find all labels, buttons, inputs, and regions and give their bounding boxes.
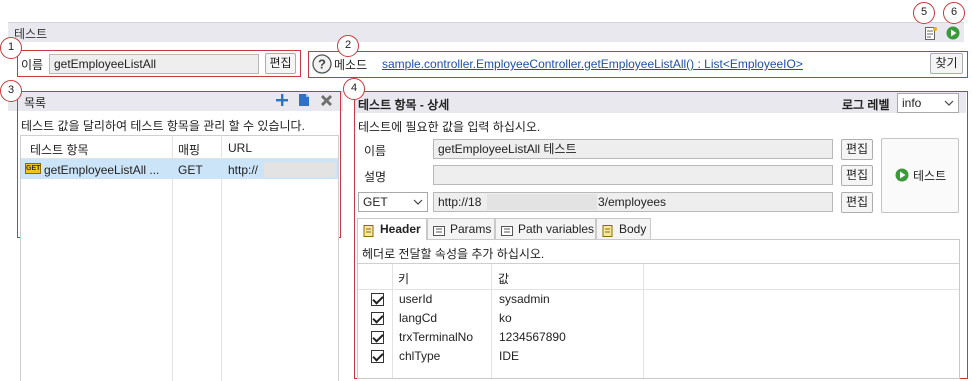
method-link[interactable]: sample.controller.EmployeeController.get… bbox=[382, 57, 803, 71]
detail-desc-edit-button[interactable]: 편집 bbox=[841, 165, 873, 186]
name-field[interactable]: getEmployeeListAll bbox=[49, 54, 259, 74]
new-document-icon[interactable] bbox=[925, 26, 937, 40]
tab-body[interactable]: Body bbox=[596, 218, 651, 239]
header-row-value: IDE bbox=[499, 349, 520, 363]
log-level-label: 로그 레벨 bbox=[842, 98, 890, 112]
tab-path-variables[interactable]: Path variables bbox=[495, 218, 596, 239]
list-col-mapping[interactable]: 매핑 bbox=[178, 141, 200, 158]
question-circle-icon[interactable]: ? bbox=[312, 54, 332, 74]
tab-params-label: Params bbox=[450, 222, 492, 236]
header-col-divider-1 bbox=[392, 264, 393, 378]
list-col-url[interactable]: URL bbox=[228, 141, 252, 155]
redacted-url bbox=[264, 162, 336, 177]
url-prefix: http://18 bbox=[438, 195, 482, 209]
method-label: 메소드 bbox=[334, 58, 368, 72]
tab-path-variables-label: Path variables bbox=[518, 222, 595, 236]
callout-2: 2 bbox=[337, 35, 359, 57]
header-hint-divider bbox=[358, 263, 959, 264]
callout-6: 6 bbox=[943, 2, 965, 24]
name-label: 이름 bbox=[21, 58, 44, 72]
find-button[interactable]: 찾기 bbox=[930, 53, 963, 74]
get-badge-icon: GET bbox=[25, 163, 41, 174]
list-panel-description: 테스트 값을 달리하여 테스트 항목을 관리 할 수 있습니다. bbox=[21, 119, 305, 133]
run-test-icon bbox=[895, 168, 909, 187]
header-row-checkbox[interactable] bbox=[371, 293, 384, 306]
url-edit-button[interactable]: 편집 bbox=[841, 192, 873, 213]
log-level-value: info bbox=[902, 96, 922, 110]
header-row-key: trxTerminalNo bbox=[399, 330, 474, 344]
tab-header-label: Header bbox=[380, 222, 421, 236]
name-edit-button[interactable]: 편집 bbox=[265, 53, 296, 74]
header-row-value: ko bbox=[499, 311, 512, 325]
list-row-name: getEmployeeListAll ... bbox=[44, 163, 160, 177]
detail-name-label: 이름 bbox=[364, 144, 387, 158]
run-icon[interactable] bbox=[946, 26, 960, 40]
svg-text:?: ? bbox=[318, 57, 326, 72]
list-panel-title: 목록 bbox=[24, 96, 47, 110]
test-button-label: 테스트 bbox=[913, 169, 947, 183]
header-row-key: userId bbox=[399, 292, 433, 306]
header-row-value: 1234567890 bbox=[499, 330, 566, 344]
detail-name-field[interactable]: getEmployeeListAll 테스트 bbox=[433, 139, 833, 159]
header-col-divider-2 bbox=[491, 264, 492, 378]
list-col-test-item[interactable]: 테스트 항목 bbox=[30, 141, 89, 158]
chevron-down-icon bbox=[944, 94, 954, 112]
callout-5: 5 bbox=[913, 2, 935, 24]
url-suffix: 3/employees bbox=[598, 195, 667, 209]
http-method-value: GET bbox=[363, 195, 388, 209]
tab-params[interactable]: Params bbox=[427, 218, 495, 239]
title-bar: 테스트 bbox=[8, 22, 964, 42]
chevron-down-icon bbox=[413, 193, 423, 211]
header-row-checkbox[interactable] bbox=[371, 331, 384, 344]
header-row-key: langCd bbox=[399, 311, 438, 325]
header-col-key[interactable]: 키 bbox=[398, 270, 409, 287]
http-method-select[interactable]: GET bbox=[358, 192, 428, 212]
tab-header[interactable]: Header bbox=[357, 218, 427, 240]
detail-desc-field[interactable] bbox=[433, 165, 833, 185]
header-col-value[interactable]: 값 bbox=[498, 270, 509, 287]
delete-icon[interactable] bbox=[320, 94, 333, 107]
list-row-url: http:// bbox=[228, 163, 259, 177]
detail-panel-title: 테스트 항목 - 상세 bbox=[358, 98, 450, 112]
header-table-divider bbox=[358, 289, 959, 290]
log-level-select[interactable]: info bbox=[897, 93, 959, 113]
redacted-url-middle bbox=[487, 194, 597, 210]
detail-name-edit-button[interactable]: 편집 bbox=[841, 139, 873, 160]
header-row-key: chlType bbox=[399, 349, 441, 363]
header-row-checkbox[interactable] bbox=[371, 350, 384, 363]
body-tab-icon bbox=[602, 223, 614, 237]
header-col-divider-3 bbox=[643, 264, 644, 378]
header-row-checkbox[interactable] bbox=[371, 312, 384, 325]
tab-body-label: Body bbox=[619, 222, 647, 236]
header-tab-icon bbox=[363, 223, 375, 237]
callout-1: 1 bbox=[0, 37, 22, 59]
detail-panel-description: 테스트에 필요한 값을 입력 하십시오. bbox=[358, 120, 541, 134]
path-variables-tab-icon bbox=[501, 223, 513, 236]
test-button[interactable]: 테스트 bbox=[881, 138, 959, 213]
header-hint: 헤더로 전달할 속성을 추가 하십시오. bbox=[362, 247, 545, 261]
callout-3: 3 bbox=[0, 80, 22, 102]
copy-icon[interactable] bbox=[298, 94, 310, 106]
header-row-value: sysadmin bbox=[499, 292, 550, 306]
add-icon[interactable] bbox=[276, 94, 288, 106]
list-row-mapping: GET bbox=[178, 163, 203, 177]
detail-desc-label: 설명 bbox=[364, 170, 387, 184]
params-tab-icon bbox=[433, 223, 445, 236]
